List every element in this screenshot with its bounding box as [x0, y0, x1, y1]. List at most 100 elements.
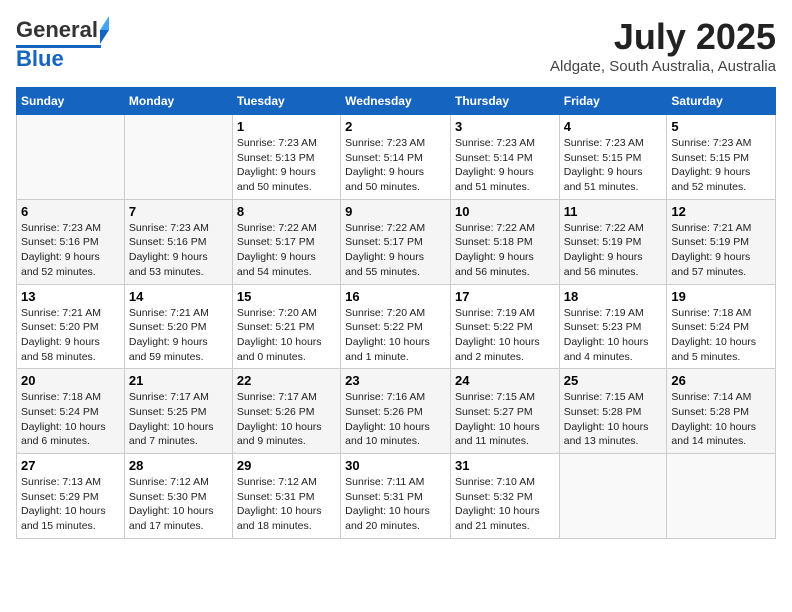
header-row: SundayMondayTuesdayWednesdayThursdayFrid… — [17, 88, 776, 115]
day-number: 7 — [129, 204, 228, 219]
day-cell — [17, 115, 125, 200]
day-cell: 11Sunrise: 7:22 AM Sunset: 5:19 PM Dayli… — [559, 199, 667, 284]
calendar-table: SundayMondayTuesdayWednesdayThursdayFrid… — [16, 87, 776, 539]
day-number: 8 — [237, 204, 336, 219]
header-cell-tuesday: Tuesday — [232, 88, 340, 115]
day-info: Sunrise: 7:13 AM Sunset: 5:29 PM Dayligh… — [21, 475, 120, 534]
day-number: 15 — [237, 289, 336, 304]
day-info: Sunrise: 7:21 AM Sunset: 5:20 PM Dayligh… — [129, 306, 228, 365]
day-cell: 16 Sunrise: 7:20 AM Sunset: 5:22 PM Dayli… — [341, 284, 451, 369]
day-cell: 31Sunrise: 7:10 AM Sunset: 5:32 PM Dayli… — [450, 454, 559, 539]
logo-general-text: General — [16, 17, 98, 43]
logo-blue-text: Blue — [16, 46, 64, 72]
day-number: 19 — [671, 289, 771, 304]
day-info: Sunrise: 7:23 AM Sunset: 5:14 PM Dayligh… — [455, 136, 555, 195]
day-info: Sunrise: 7:19 AM Sunset: 5:23 PM Dayligh… — [564, 306, 663, 365]
day-number: 16 — [345, 289, 446, 304]
calendar-header: SundayMondayTuesdayWednesdayThursdayFrid… — [17, 88, 776, 115]
day-info: Sunrise: 7:20 AM Sunset: 5:22 PM Dayligh… — [345, 306, 446, 365]
day-number: 9 — [345, 204, 446, 219]
day-cell: 1 Sunrise: 7:23 AM Sunset: 5:13 PM Daylig… — [232, 115, 340, 200]
day-info: Sunrise: 7:17 AM Sunset: 5:26 PM Dayligh… — [237, 390, 336, 449]
day-cell: 7Sunrise: 7:23 AM Sunset: 5:16 PM Daylig… — [124, 199, 232, 284]
header-cell-thursday: Thursday — [450, 88, 559, 115]
day-cell: 15 Sunrise: 7:20 AM Sunset: 5:21 PM Dayli… — [232, 284, 340, 369]
day-number: 20 — [21, 373, 120, 388]
day-cell: 18Sunrise: 7:19 AM Sunset: 5:23 PM Dayli… — [559, 284, 667, 369]
header-cell-monday: Monday — [124, 88, 232, 115]
week-row-1: 1 Sunrise: 7:23 AM Sunset: 5:13 PM Daylig… — [17, 115, 776, 200]
day-info: Sunrise: 7:14 AM Sunset: 5:28 PM Dayligh… — [671, 390, 771, 449]
day-info: Sunrise: 7:23 AM Sunset: 5:16 PM Dayligh… — [21, 221, 120, 280]
day-cell: 26 Sunrise: 7:14 AM Sunset: 5:28 PM Dayli… — [667, 369, 776, 454]
day-number: 12 — [671, 204, 771, 219]
day-info: Sunrise: 7:22 AM Sunset: 5:17 PM Dayligh… — [237, 221, 336, 280]
day-cell: 5Sunrise: 7:23 AM Sunset: 5:15 PM Daylig… — [667, 115, 776, 200]
day-number: 24 — [455, 373, 555, 388]
day-number: 1 — [237, 119, 336, 134]
header-cell-sunday: Sunday — [17, 88, 125, 115]
title-block: July 2025 Aldgate, South Australia, Aust… — [550, 16, 776, 75]
week-row-4: 20 Sunrise: 7:18 AM Sunset: 5:24 PM Dayli… — [17, 369, 776, 454]
day-cell: 28 Sunrise: 7:12 AM Sunset: 5:30 PM Dayli… — [124, 454, 232, 539]
day-info: Sunrise: 7:21 AM Sunset: 5:19 PM Dayligh… — [671, 221, 771, 280]
day-cell: 9 Sunrise: 7:22 AM Sunset: 5:17 PM Daylig… — [341, 199, 451, 284]
day-number: 14 — [129, 289, 228, 304]
day-number: 21 — [129, 373, 228, 388]
header-cell-saturday: Saturday — [667, 88, 776, 115]
week-row-3: 13 Sunrise: 7:21 AM Sunset: 5:20 PM Dayli… — [17, 284, 776, 369]
day-cell: 20 Sunrise: 7:18 AM Sunset: 5:24 PM Dayli… — [17, 369, 125, 454]
day-cell — [667, 454, 776, 539]
page-header: General Blue July 2025 Aldgate, South Au… — [16, 16, 776, 75]
day-number: 26 — [671, 373, 771, 388]
day-cell: 3Sunrise: 7:23 AM Sunset: 5:14 PM Daylig… — [450, 115, 559, 200]
day-info: Sunrise: 7:21 AM Sunset: 5:20 PM Dayligh… — [21, 306, 120, 365]
day-number: 5 — [671, 119, 771, 134]
day-number: 25 — [564, 373, 663, 388]
day-cell: 8 Sunrise: 7:22 AM Sunset: 5:17 PM Daylig… — [232, 199, 340, 284]
day-info: Sunrise: 7:17 AM Sunset: 5:25 PM Dayligh… — [129, 390, 228, 449]
day-info: Sunrise: 7:12 AM Sunset: 5:31 PM Dayligh… — [237, 475, 336, 534]
month-year-title: July 2025 — [550, 16, 776, 58]
day-info: Sunrise: 7:22 AM Sunset: 5:17 PM Dayligh… — [345, 221, 446, 280]
day-number: 22 — [237, 373, 336, 388]
day-info: Sunrise: 7:11 AM Sunset: 5:31 PM Dayligh… — [345, 475, 446, 534]
day-cell: 2 Sunrise: 7:23 AM Sunset: 5:14 PM Daylig… — [341, 115, 451, 200]
day-info: Sunrise: 7:23 AM Sunset: 5:15 PM Dayligh… — [564, 136, 663, 195]
day-cell: 22 Sunrise: 7:17 AM Sunset: 5:26 PM Dayli… — [232, 369, 340, 454]
logo: General Blue — [16, 16, 109, 72]
location-subtitle: Aldgate, South Australia, Australia — [550, 58, 776, 75]
day-number: 2 — [345, 119, 446, 134]
day-cell: 30Sunrise: 7:11 AM Sunset: 5:31 PM Dayli… — [341, 454, 451, 539]
day-number: 10 — [455, 204, 555, 219]
day-info: Sunrise: 7:19 AM Sunset: 5:22 PM Dayligh… — [455, 306, 555, 365]
day-number: 28 — [129, 458, 228, 473]
day-cell: 29 Sunrise: 7:12 AM Sunset: 5:31 PM Dayli… — [232, 454, 340, 539]
day-info: Sunrise: 7:15 AM Sunset: 5:28 PM Dayligh… — [564, 390, 663, 449]
day-cell: 4Sunrise: 7:23 AM Sunset: 5:15 PM Daylig… — [559, 115, 667, 200]
day-cell — [124, 115, 232, 200]
day-cell — [559, 454, 667, 539]
day-cell: 23Sunrise: 7:16 AM Sunset: 5:26 PM Dayli… — [341, 369, 451, 454]
day-cell: 21 Sunrise: 7:17 AM Sunset: 5:25 PM Dayli… — [124, 369, 232, 454]
day-info: Sunrise: 7:12 AM Sunset: 5:30 PM Dayligh… — [129, 475, 228, 534]
day-info: Sunrise: 7:23 AM Sunset: 5:13 PM Dayligh… — [237, 136, 336, 195]
day-cell: 10Sunrise: 7:22 AM Sunset: 5:18 PM Dayli… — [450, 199, 559, 284]
header-cell-friday: Friday — [559, 88, 667, 115]
week-row-5: 27 Sunrise: 7:13 AM Sunset: 5:29 PM Dayli… — [17, 454, 776, 539]
day-number: 27 — [21, 458, 120, 473]
day-number: 13 — [21, 289, 120, 304]
day-info: Sunrise: 7:23 AM Sunset: 5:14 PM Dayligh… — [345, 136, 446, 195]
day-number: 17 — [455, 289, 555, 304]
day-info: Sunrise: 7:18 AM Sunset: 5:24 PM Dayligh… — [671, 306, 771, 365]
day-info: Sunrise: 7:20 AM Sunset: 5:21 PM Dayligh… — [237, 306, 336, 365]
day-info: Sunrise: 7:10 AM Sunset: 5:32 PM Dayligh… — [455, 475, 555, 534]
day-info: Sunrise: 7:18 AM Sunset: 5:24 PM Dayligh… — [21, 390, 120, 449]
day-cell: 27 Sunrise: 7:13 AM Sunset: 5:29 PM Dayli… — [17, 454, 125, 539]
day-number: 29 — [237, 458, 336, 473]
calendar-body: 1 Sunrise: 7:23 AM Sunset: 5:13 PM Daylig… — [17, 115, 776, 539]
day-cell: 24Sunrise: 7:15 AM Sunset: 5:27 PM Dayli… — [450, 369, 559, 454]
day-info: Sunrise: 7:22 AM Sunset: 5:19 PM Dayligh… — [564, 221, 663, 280]
logo-triangle-top — [100, 16, 109, 30]
day-cell: 19 Sunrise: 7:18 AM Sunset: 5:24 PM Dayli… — [667, 284, 776, 369]
